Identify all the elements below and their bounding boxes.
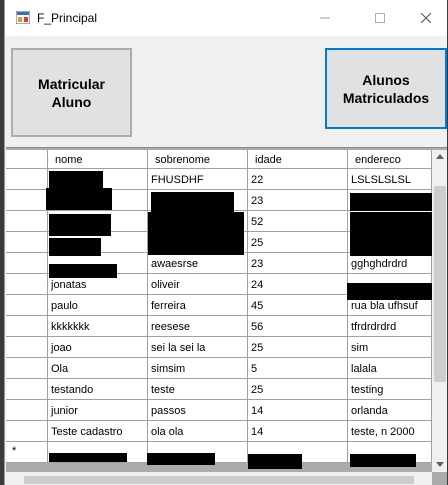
cell-endereco[interactable]: tfrdrdrdrd <box>348 316 432 337</box>
cell-nome[interactable]: Ola <box>48 358 148 379</box>
cell-sobrenome[interactable]: sei la sei la <box>148 337 248 358</box>
redaction-mark <box>49 171 103 188</box>
cell-idade[interactable]: 23 <box>248 190 348 211</box>
redaction-mark <box>148 212 244 255</box>
vertical-scroll-thumb[interactable] <box>434 186 446 382</box>
cell-sobrenome[interactable]: ola ola <box>148 421 248 442</box>
row-header[interactable] <box>6 169 48 190</box>
minimize-icon <box>320 17 330 19</box>
scroll-down-icon[interactable] <box>436 462 444 467</box>
alunos-matriculados-label: Alunos Matriculados <box>342 71 430 106</box>
cell-idade[interactable]: 25 <box>248 337 348 358</box>
row-header[interactable] <box>6 337 48 358</box>
cell-sobrenome[interactable]: FHUSDHF <box>148 169 248 190</box>
alunos-matriculados-button[interactable]: Alunos Matriculados <box>325 48 447 129</box>
redaction-mark <box>151 192 234 214</box>
redaction-mark <box>49 214 111 236</box>
cell-nome[interactable]: kkkkkkk <box>48 316 148 337</box>
cell-idade[interactable]: 24 <box>248 274 348 295</box>
cell-nome[interactable]: testando <box>48 379 148 400</box>
window-title: F_Principal <box>37 11 98 25</box>
cell-idade[interactable]: 14 <box>248 400 348 421</box>
redaction-mark <box>350 454 416 467</box>
cell-idade[interactable]: 25 <box>248 232 348 253</box>
column-header-idade[interactable]: idade <box>248 150 348 169</box>
redaction-mark <box>49 238 101 256</box>
scroll-up-icon[interactable] <box>436 154 444 159</box>
main-window: F_Principal Matricular Aluno Alunos Matr… <box>4 0 447 485</box>
cell-nome[interactable]: Teste cadastro <box>48 421 148 442</box>
cell-idade[interactable]: 23 <box>248 253 348 274</box>
row-header[interactable] <box>6 295 48 316</box>
row-header[interactable] <box>6 232 48 253</box>
horizontal-scrollbar[interactable] <box>6 472 432 485</box>
cell-idade[interactable]: 45 <box>248 295 348 316</box>
redaction-mark <box>350 193 436 211</box>
cell-idade[interactable]: 56 <box>248 316 348 337</box>
cell-sobrenome[interactable]: ferreira <box>148 295 248 316</box>
redaction-mark <box>49 264 117 278</box>
row-header[interactable] <box>6 211 48 232</box>
minimize-button[interactable] <box>302 4 348 32</box>
redaction-mark <box>49 453 127 462</box>
row-header[interactable] <box>6 358 48 379</box>
cell-sobrenome[interactable]: teste <box>148 379 248 400</box>
close-button[interactable] <box>403 4 447 32</box>
cell-endereco[interactable]: lalala <box>348 358 432 379</box>
row-header[interactable] <box>6 379 48 400</box>
redaction-mark <box>147 453 215 465</box>
matricular-aluno-label: Matricular Aluno <box>38 75 105 110</box>
cell-nome[interactable]: junior <box>48 400 148 421</box>
row-header[interactable] <box>6 274 48 295</box>
cell-endereco[interactable]: teste, n 2000 <box>348 421 432 442</box>
redaction-mark <box>350 212 436 256</box>
students-data-grid[interactable]: nome sobrenome idade endereco FHUSDHF 22 L… <box>6 147 447 485</box>
cell-idade[interactable]: 22 <box>248 169 348 190</box>
vertical-scrollbar[interactable] <box>432 150 447 472</box>
horizontal-scroll-thumb[interactable] <box>24 476 414 484</box>
cell-idade[interactable]: 14 <box>248 421 348 442</box>
redaction-mark <box>46 188 112 210</box>
cell-nome[interactable]: joao <box>48 337 148 358</box>
cell-nome[interactable]: paulo <box>48 295 148 316</box>
cell-sobrenome[interactable]: simsim <box>148 358 248 379</box>
redaction-mark <box>248 454 302 469</box>
row-header[interactable] <box>6 421 48 442</box>
cell-idade[interactable]: 5 <box>248 358 348 379</box>
grid-corner-header <box>6 150 48 169</box>
cell-endereco[interactable]: gghghdrdrd <box>348 253 432 274</box>
cell-sobrenome[interactable]: passos <box>148 400 248 421</box>
cell-endereco[interactable]: testing <box>348 379 432 400</box>
close-icon <box>421 13 431 23</box>
maximize-button[interactable] <box>357 4 403 32</box>
column-header-endereco[interactable]: endereco <box>348 150 432 169</box>
title-bar: F_Principal <box>5 0 447 36</box>
cell-endereco[interactable]: LSLSLSLSL <box>348 169 432 190</box>
app-icon <box>16 11 30 24</box>
cell-sobrenome[interactable]: reesese <box>148 316 248 337</box>
cell-idade[interactable]: 52 <box>248 211 348 232</box>
row-header[interactable] <box>6 400 48 421</box>
column-header-sobrenome[interactable]: sobrenome <box>148 150 248 169</box>
row-header[interactable] <box>6 253 48 274</box>
matricular-aluno-button[interactable]: Matricular Aluno <box>11 48 132 137</box>
column-header-nome[interactable]: nome <box>48 150 148 169</box>
cell-sobrenome[interactable]: oliveir <box>148 274 248 295</box>
cell-endereco[interactable]: sim <box>348 337 432 358</box>
row-header[interactable] <box>6 316 48 337</box>
row-header[interactable] <box>6 190 48 211</box>
cell-sobrenome[interactable]: awaesrse <box>148 253 248 274</box>
maximize-icon <box>375 13 385 23</box>
redaction-mark <box>347 283 441 300</box>
cell-idade[interactable]: 25 <box>248 379 348 400</box>
cell-endereco[interactable]: orlanda <box>348 400 432 421</box>
new-row-marker: * <box>6 442 48 463</box>
